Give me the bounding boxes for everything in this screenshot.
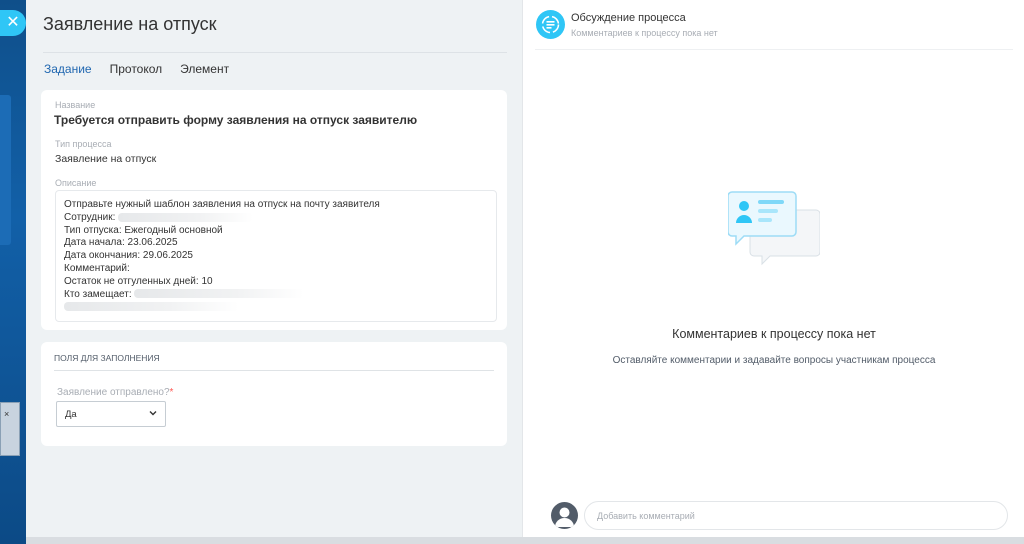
redacted-employee bbox=[118, 212, 254, 222]
required-mark: * bbox=[169, 387, 174, 398]
tab-task[interactable]: Задание bbox=[44, 62, 92, 76]
user-icon bbox=[555, 507, 574, 527]
task-name: Требуется отправить форму заявления на о… bbox=[54, 113, 418, 127]
description-line: Остаток не отгуленных дней: 10 bbox=[64, 275, 213, 287]
close-slider-button[interactable]: ✕ bbox=[0, 10, 26, 36]
substitute-label: Кто замещает: bbox=[64, 288, 132, 300]
description-line: Дата окончания: 29.06.2025 bbox=[64, 250, 193, 262]
outer-background bbox=[0, 0, 26, 544]
task-info-card: Название Требуется отправить форму заявл… bbox=[41, 90, 507, 330]
name-label: Название bbox=[55, 100, 96, 110]
description-line bbox=[64, 301, 488, 314]
description-line: Дата начала: 23.06.2025 bbox=[64, 237, 178, 249]
redacted-text bbox=[64, 302, 239, 312]
description-label: Описание bbox=[55, 178, 97, 188]
description-line: Кто замещает: bbox=[64, 289, 488, 302]
title-divider bbox=[43, 52, 507, 53]
employee-label: Сотрудник: bbox=[64, 211, 116, 223]
background-panel-edge bbox=[0, 95, 11, 245]
chevron-down-icon bbox=[149, 411, 157, 416]
fields-card: ПОЛЯ ДЛЯ ЗАПОЛНЕНИЯ Заявление отправлено… bbox=[41, 342, 507, 446]
question-text: Заявление отправлено? bbox=[57, 387, 170, 398]
empty-title: Комментариев к процессу пока нет bbox=[672, 327, 876, 341]
description-box: Отправьте нужный шаблон заявления на отп… bbox=[55, 190, 497, 322]
redacted-substitute bbox=[134, 289, 305, 299]
comments-empty-icon bbox=[728, 191, 820, 266]
sent-status-select[interactable]: Да bbox=[56, 401, 166, 427]
section-divider bbox=[54, 370, 494, 371]
fields-section-title: ПОЛЯ ДЛЯ ЗАПОЛНЕНИЯ bbox=[54, 353, 160, 363]
discussion-title: Обсуждение процесса bbox=[571, 12, 686, 24]
discussion-subtitle: Комментариев к процессу пока нет bbox=[571, 28, 718, 38]
tabs: Задание Протокол Элемент bbox=[44, 62, 229, 76]
process-type-label: Тип процесса bbox=[55, 139, 112, 149]
process-type-value: Заявление на отпуск bbox=[55, 153, 157, 165]
description-line: Тип отпуска: Ежегодный основной bbox=[64, 224, 223, 236]
question-label: Заявление отправлено?* bbox=[57, 387, 173, 398]
description-line: Комментарий: bbox=[64, 262, 130, 274]
comment-input[interactable]: Добавить комментарий bbox=[584, 501, 1008, 530]
tab-protocol[interactable]: Протокол bbox=[110, 62, 163, 76]
page-title: Заявление на отпуск bbox=[43, 14, 217, 34]
task-panel: Заявление на отпуск Задание Протокол Эле… bbox=[26, 0, 522, 544]
tab-element[interactable]: Элемент bbox=[180, 62, 229, 76]
discussion-icon bbox=[536, 10, 565, 39]
bottom-edge bbox=[26, 537, 1024, 544]
close-icon: ✕ bbox=[6, 14, 20, 31]
description-line: Сотрудник: bbox=[64, 212, 488, 225]
discussion-panel: Обсуждение процесса Комментариев к проце… bbox=[522, 0, 1024, 544]
background-window-close[interactable]: × bbox=[0, 402, 20, 456]
select-value: Да bbox=[65, 409, 77, 420]
discussion-divider bbox=[535, 49, 1013, 50]
empty-text: Оставляйте комментарии и задавайте вопро… bbox=[612, 355, 936, 366]
description-line: Отправьте нужный шаблон заявления на отп… bbox=[64, 199, 380, 210]
avatar bbox=[551, 502, 578, 529]
